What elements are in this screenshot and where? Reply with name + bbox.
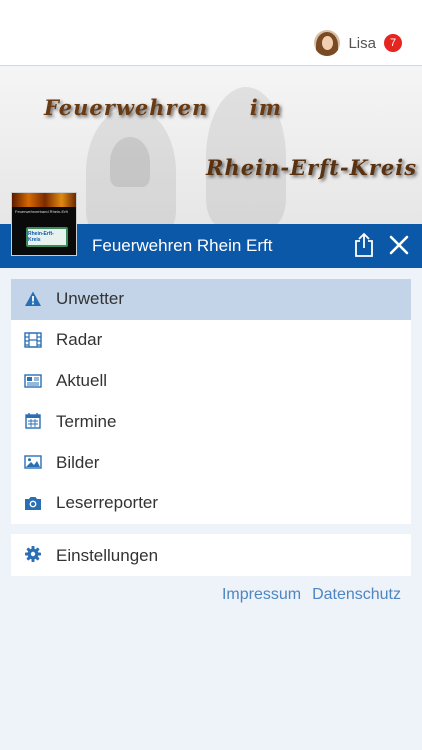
close-icon (389, 235, 409, 255)
menu-item-bilder[interactable]: Bilder (11, 442, 411, 483)
menu-label: Unwetter (56, 289, 125, 309)
newspaper-icon (24, 372, 42, 390)
logo-plate-text: Rhein-Erft-Kreis (28, 231, 54, 243)
avatar[interactable] (314, 30, 341, 56)
datenschutz-link[interactable]: Datenschutz (312, 586, 401, 604)
menu-label: Radar (56, 330, 103, 350)
user-name[interactable]: Lisa (348, 35, 376, 52)
main-menu: Unwetter Radar Aktuell Termine Bilder Le… (11, 279, 411, 524)
menu-label: Leserreporter (56, 493, 159, 513)
logo-caption: Feuerwehrverband Rhein-Erft (15, 209, 68, 214)
camera-icon (24, 494, 42, 512)
banner-title-line1: Feuerwehren im (44, 95, 282, 120)
calendar-icon (24, 412, 42, 430)
app-logo: Feuerwehrverband Rhein-Erft Rhein-Erft-K… (11, 192, 77, 256)
menu-item-unwetter[interactable]: Unwetter (11, 279, 411, 320)
menu-label: Aktuell (56, 370, 108, 390)
share-button[interactable] (352, 232, 376, 258)
menu-label: Bilder (56, 452, 100, 472)
banner-title-line2: Rhein-Erft-Kreis (206, 155, 418, 180)
page-title: Feuerwehren Rhein Erft (92, 236, 273, 255)
share-icon (355, 232, 373, 257)
image-icon (24, 453, 42, 471)
impressum-link[interactable]: Impressum (222, 586, 301, 604)
film-icon (24, 331, 42, 349)
top-bar: Lisa 7 (0, 0, 422, 66)
menu-item-aktuell[interactable]: Aktuell (11, 361, 411, 402)
menu-item-radar[interactable]: Radar (11, 320, 411, 361)
menu-label: Einstellungen (56, 546, 159, 565)
user-profile[interactable]: Lisa 7 (314, 30, 402, 56)
close-button[interactable] (388, 234, 410, 256)
menu-label: Termine (56, 411, 117, 431)
warning-icon (24, 290, 42, 308)
notification-badge[interactable]: 7 (384, 34, 402, 52)
menu-item-termine[interactable]: Termine (11, 401, 411, 442)
menu-item-leserreporter[interactable]: Leserreporter (11, 483, 411, 524)
menu-item-einstellungen[interactable]: Einstellungen (11, 534, 411, 576)
footer-links: Impressum Datenschutz (222, 586, 401, 604)
gear-icon (24, 545, 42, 563)
